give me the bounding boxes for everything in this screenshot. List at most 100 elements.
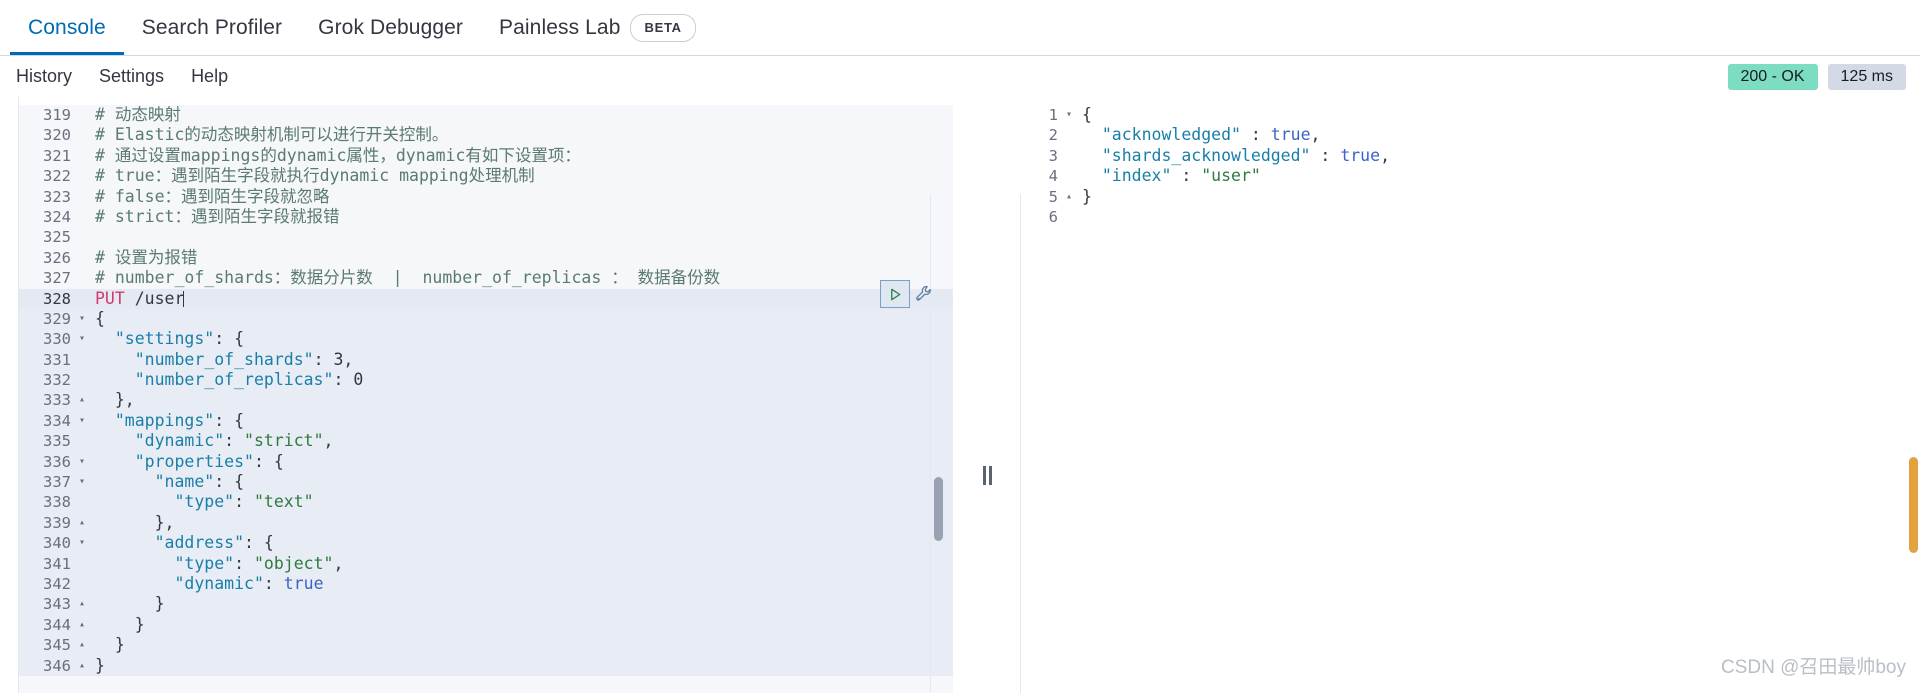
code-line[interactable]: 342 "dynamic": true	[19, 574, 953, 594]
fold-toggle-icon[interactable]: ▾	[75, 452, 89, 472]
code-line[interactable]: 333 ▴ },	[19, 390, 953, 410]
code-line[interactable]: 329 ▾ {	[19, 309, 953, 329]
line-number: 336	[43, 452, 71, 471]
fold-toggle-icon[interactable]: ▴	[1062, 187, 1076, 207]
code-line-text: "dynamic": "strict",	[134, 431, 334, 451]
fold-toggle-icon[interactable]: ▴	[75, 656, 89, 676]
tab-console[interactable]: Console	[10, 0, 124, 55]
fold-toggle-icon[interactable]: ▾	[1062, 105, 1076, 125]
code-line-text: }	[95, 594, 165, 614]
tab-painless-lab-label: Painless Lab	[499, 15, 621, 39]
line-number: 327	[43, 269, 71, 288]
code-line[interactable]: 2 "acknowledged" : true,	[1022, 125, 1920, 145]
code-line[interactable]: 332 "number_of_replicas": 0	[19, 370, 953, 390]
fold-toggle-icon[interactable]: ▾	[75, 411, 89, 431]
code-line-text: "settings": {	[114, 329, 245, 349]
beta-badge: BETA	[630, 13, 696, 42]
code-line[interactable]: 330 ▾ "settings": {	[19, 329, 953, 349]
code-line[interactable]: 344 ▴ }	[19, 615, 953, 635]
fold-toggle-icon[interactable]: ▾	[75, 472, 89, 492]
line-number: 335	[43, 432, 71, 451]
code-line[interactable]: 336 ▾ "properties": {	[19, 452, 953, 472]
code-line[interactable]: 1 ▾ {	[1022, 105, 1920, 125]
line-number: 322	[43, 167, 71, 186]
code-line[interactable]: 326 # 设置为报错	[19, 248, 953, 268]
code-line[interactable]: 328 PUT /user	[19, 288, 953, 309]
request-editor-pane[interactable]: 319 # 动态映射 320 # Elastic的动态映射机制可以进行开关控制。 321…	[18, 97, 953, 693]
line-number: 331	[43, 350, 71, 369]
primary-tab-bar: Console Search Profiler Grok Debugger Pa…	[0, 0, 1920, 56]
code-line[interactable]: 327 # number_of_shards：数据分片数 | number_of_…	[19, 268, 953, 288]
tab-search-profiler[interactable]: Search Profiler	[124, 0, 300, 55]
pane-splitter[interactable]	[953, 194, 1021, 693]
code-line[interactable]: 5 ▴}	[1022, 187, 1920, 207]
line-number: 323	[43, 187, 71, 206]
code-line[interactable]: 341 "type": "object",	[19, 554, 953, 574]
fold-toggle-icon[interactable]: ▾	[75, 533, 89, 553]
line-number: 1	[1048, 106, 1058, 124]
code-line-text: # number_of_shards：数据分片数 | number_of_rep…	[95, 268, 721, 288]
line-number: 345	[43, 636, 71, 655]
code-line[interactable]: 343 ▴ }	[19, 594, 953, 614]
code-line-text: # Elastic的动态映射机制可以进行开关控制。	[95, 125, 449, 145]
line-number: 340	[43, 534, 71, 553]
code-line[interactable]: 321 # 通过设置mappings的dynamic属性，dynamic有如下设置…	[19, 146, 953, 166]
line-number: 324	[43, 207, 71, 226]
code-line[interactable]: 323 # false：遇到陌生字段就忽略	[19, 187, 953, 207]
fold-toggle-icon[interactable]: ▴	[75, 390, 89, 410]
fold-toggle-icon[interactable]: ▴	[75, 513, 89, 533]
request-code-lines[interactable]: 319 # 动态映射 320 # Elastic的动态映射机制可以进行开关控制。 321…	[19, 105, 953, 676]
response-viewer-scrollbar-thumb[interactable]	[1909, 457, 1918, 553]
code-line[interactable]: 325	[19, 227, 953, 247]
code-line[interactable]: 324 # strict：遇到陌生字段就报错	[19, 207, 953, 227]
code-line[interactable]: 334 ▾ "mappings": {	[19, 411, 953, 431]
code-line[interactable]: 345 ▴ }	[19, 635, 953, 655]
code-line-text: "acknowledged" : true,	[1101, 125, 1321, 145]
wrench-icon	[916, 285, 931, 301]
request-context-menu-button[interactable]	[914, 284, 934, 304]
fold-toggle-icon[interactable]: ▾	[75, 329, 89, 349]
code-line[interactable]: 320 # Elastic的动态映射机制可以进行开关控制。	[19, 125, 953, 145]
code-line-text: {	[95, 308, 105, 328]
line-number: 321	[43, 146, 71, 165]
line-number: 346	[43, 656, 71, 675]
request-editor-scrollbar-thumb[interactable]	[934, 477, 943, 541]
code-line[interactable]: 337 ▾ "name": {	[19, 472, 953, 492]
code-line-text: }	[95, 655, 105, 675]
submenu-item-settings[interactable]: Settings	[99, 66, 164, 87]
request-editor-body[interactable]: 319 # 动态映射 320 # Elastic的动态映射机制可以进行开关控制。 321…	[19, 105, 953, 677]
fold-toggle-icon[interactable]: ▴	[75, 635, 89, 655]
code-line-text: "name": {	[154, 472, 245, 492]
code-line[interactable]: 322 # true：遇到陌生字段就执行dynamic mapping处理机制	[19, 166, 953, 186]
code-line-text: "mappings": {	[114, 410, 245, 430]
response-viewer-pane[interactable]: 1 ▾{2 "acknowledged" : true, 3 "shards_ack…	[1022, 97, 1920, 693]
code-line[interactable]: 319 # 动态映射	[19, 105, 953, 125]
fold-toggle-icon[interactable]: ▾	[75, 309, 89, 329]
fold-toggle-icon[interactable]: ▴	[75, 594, 89, 614]
code-line[interactable]: 331 "number_of_shards": 3,	[19, 350, 953, 370]
send-request-button[interactable]	[880, 280, 910, 308]
code-line[interactable]: 338 "type": "text"	[19, 492, 953, 512]
submenu-item-history[interactable]: History	[16, 66, 72, 87]
code-line[interactable]: 4 "index" : "user"	[1022, 166, 1920, 186]
code-line-text: # 设置为报错	[95, 247, 198, 267]
request-editor-scroll-track[interactable]	[930, 194, 948, 693]
response-code-lines[interactable]: 1 ▾{2 "acknowledged" : true, 3 "shards_ack…	[1022, 97, 1920, 227]
code-line[interactable]: 6	[1022, 207, 1920, 227]
line-number: 341	[43, 554, 71, 573]
code-line-text: }	[95, 614, 145, 634]
tab-grok-debugger[interactable]: Grok Debugger	[300, 0, 481, 55]
code-line[interactable]: 335 "dynamic": "strict",	[19, 431, 953, 451]
code-line[interactable]: 3 "shards_acknowledged" : true,	[1022, 146, 1920, 166]
watermark: CSDN @召田最帅boy	[1720, 657, 1906, 678]
tab-painless-lab[interactable]: Painless Lab BETA	[481, 0, 714, 55]
line-number: 330	[43, 330, 71, 349]
fold-toggle-icon[interactable]: ▴	[75, 615, 89, 635]
line-number: 328	[43, 289, 71, 308]
code-line-text: # 动态映射	[95, 105, 181, 124]
submenu-item-help[interactable]: Help	[191, 66, 228, 87]
code-line[interactable]: 346 ▴}	[19, 656, 953, 676]
code-line[interactable]: 339 ▴ },	[19, 513, 953, 533]
status-badge-response-code: 200 - OK	[1727, 63, 1818, 90]
code-line[interactable]: 340 ▾ "address": {	[19, 533, 953, 553]
